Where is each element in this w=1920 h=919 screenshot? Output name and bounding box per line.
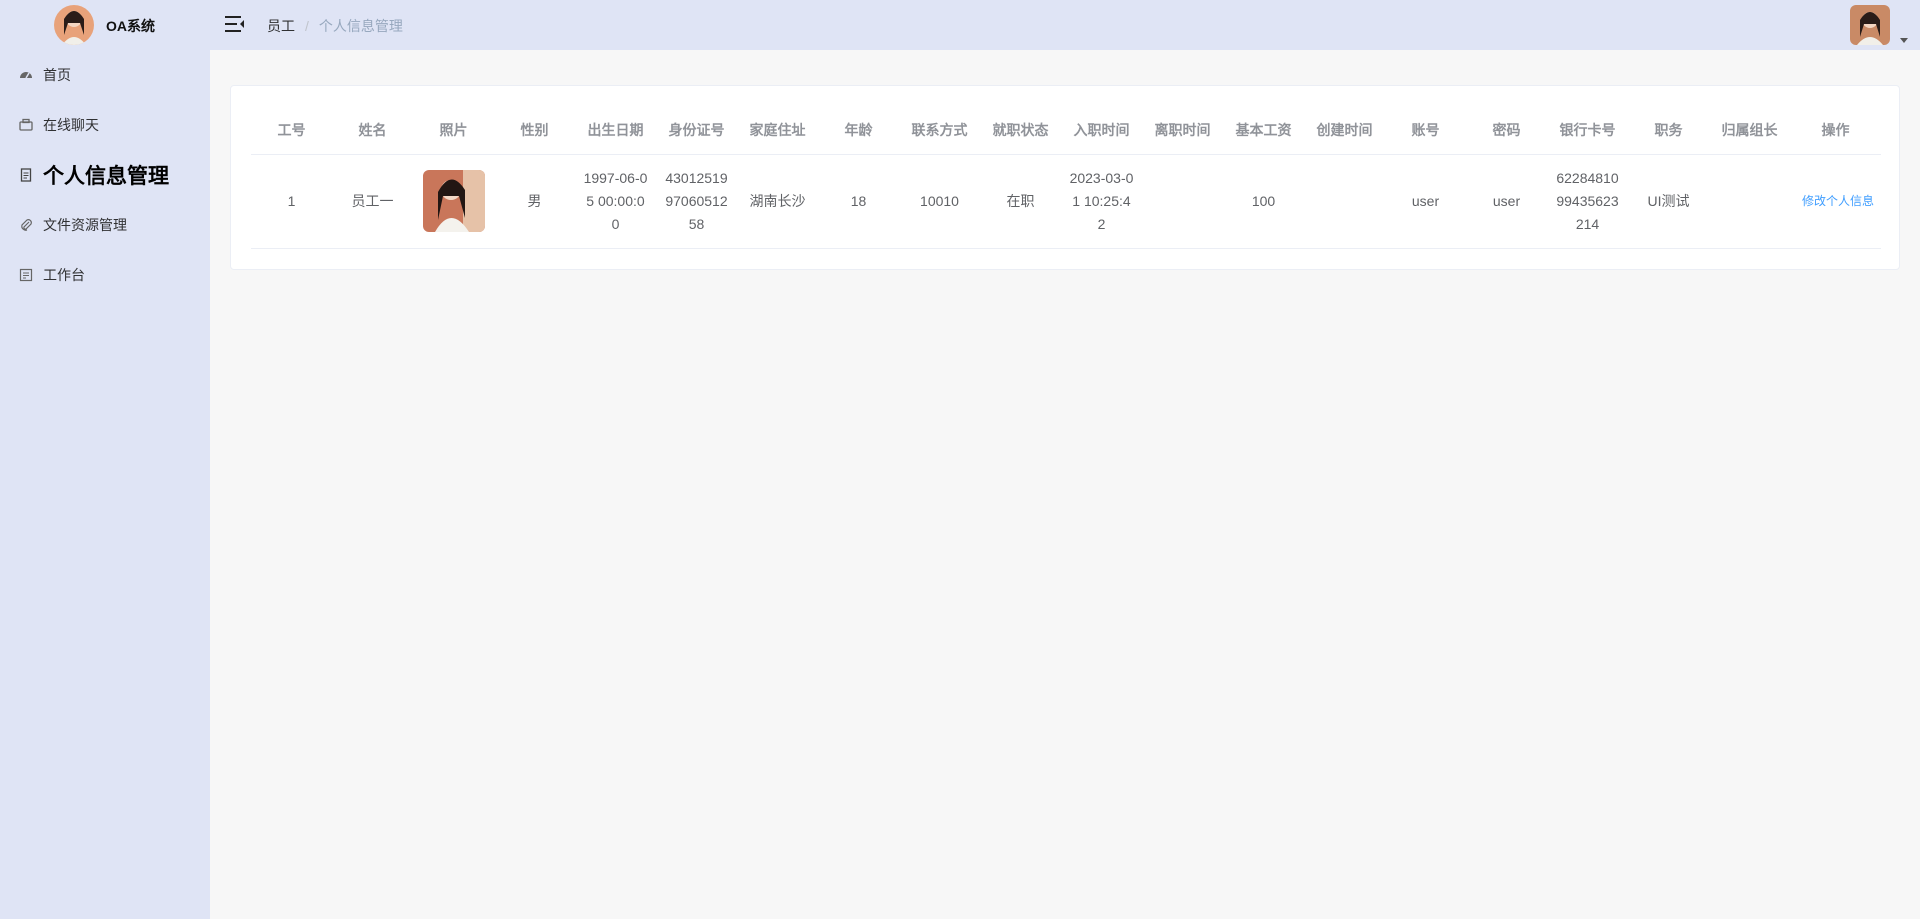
cell-actions: 修改个人信息 xyxy=(1790,154,1881,249)
chat-icon xyxy=(19,118,33,132)
menu-toggle-icon[interactable] xyxy=(225,15,245,33)
column-header: 性别 xyxy=(494,106,575,155)
dashboard-icon xyxy=(19,68,33,82)
column-header: 就职状态 xyxy=(980,106,1061,155)
sidebar-item-home[interactable]: 首页 xyxy=(0,50,210,100)
sidebar-item-label: 在线聊天 xyxy=(43,117,99,133)
app-title: OA系统 xyxy=(106,18,155,34)
workbench-icon xyxy=(19,268,33,282)
breadcrumb-separator: / xyxy=(305,18,309,34)
sidebar-item-label: 个人信息管理 xyxy=(43,165,169,188)
column-header: 出生日期 xyxy=(575,106,656,155)
table-row: 1 员工一 男 1997-06-05 00:00:00 430125199706… xyxy=(251,154,1881,249)
sidebar: 首页 在线聊天 个人信息管理 文件资源管理 工作台 xyxy=(0,50,210,919)
cell-id-card: 430125199706051258 xyxy=(656,154,737,249)
column-header: 年龄 xyxy=(818,106,899,155)
cell-id: 1 xyxy=(251,154,332,249)
cell-photo xyxy=(413,154,494,249)
table-header-row: 工号 姓名 照片 性别 出生日期 身份证号 家庭住址 年龄 联系方式 就职状态 … xyxy=(251,106,1881,155)
employee-table-card: 工号 姓名 照片 性别 出生日期 身份证号 家庭住址 年龄 联系方式 就职状态 … xyxy=(230,85,1900,270)
sidebar-item-files[interactable]: 文件资源管理 xyxy=(0,200,210,250)
breadcrumb: 员工 / 个人信息管理 xyxy=(267,16,403,36)
cell-address: 湖南长沙 xyxy=(737,154,818,249)
sidebar-item-workbench[interactable]: 工作台 xyxy=(0,250,210,300)
cell-birth-date: 1997-06-05 00:00:00 xyxy=(575,154,656,249)
top-header: OA系统 员工 / 个人信息管理 xyxy=(0,0,1920,50)
column-header: 银行卡号 xyxy=(1547,106,1628,155)
column-header: 姓名 xyxy=(332,106,413,155)
edit-personal-info-link[interactable]: 修改个人信息 xyxy=(1802,190,1874,213)
caret-down-icon[interactable] xyxy=(1899,31,1909,43)
cell-hire-time: 2023-03-01 10:25:42 xyxy=(1061,154,1142,249)
column-header: 归属组长 xyxy=(1709,106,1790,155)
column-header: 入职时间 xyxy=(1061,106,1142,155)
column-header: 工号 xyxy=(251,106,332,155)
column-header: 家庭住址 xyxy=(737,106,818,155)
column-header: 基本工资 xyxy=(1223,106,1304,155)
breadcrumb-current: 个人信息管理 xyxy=(318,18,403,34)
column-header: 操作 xyxy=(1790,106,1881,155)
cell-age: 18 xyxy=(818,154,899,249)
column-header: 创建时间 xyxy=(1304,106,1385,155)
cell-leave-time xyxy=(1142,154,1223,249)
sidebar-item-label: 文件资源管理 xyxy=(43,217,127,233)
employee-table: 工号 姓名 照片 性别 出生日期 身份证号 家庭住址 年龄 联系方式 就职状态 … xyxy=(251,106,1881,249)
breadcrumb-parent[interactable]: 员工 xyxy=(267,16,295,36)
column-header: 离职时间 xyxy=(1142,106,1223,155)
cell-position: UI测试 xyxy=(1628,154,1709,249)
paperclip-icon xyxy=(19,218,33,232)
column-header: 密码 xyxy=(1466,106,1547,155)
sidebar-item-personal-info[interactable]: 个人信息管理 xyxy=(0,150,210,200)
brand: OA系统 xyxy=(0,0,210,50)
column-header: 账号 xyxy=(1385,106,1466,155)
cell-bank-card: 6228481099435623214 xyxy=(1547,154,1628,249)
cell-name: 员工一 xyxy=(332,154,413,249)
cell-account: user xyxy=(1385,154,1466,249)
cell-created-time xyxy=(1304,154,1385,249)
cell-gender: 男 xyxy=(494,154,575,249)
column-header: 联系方式 xyxy=(899,106,980,155)
employee-photo[interactable] xyxy=(422,170,485,232)
user-avatar[interactable] xyxy=(1850,5,1890,45)
column-header: 身份证号 xyxy=(656,106,737,155)
cell-leader xyxy=(1709,154,1790,249)
cell-password: user xyxy=(1466,154,1547,249)
logo-avatar xyxy=(54,5,94,45)
document-icon xyxy=(19,168,33,182)
column-header: 照片 xyxy=(413,106,494,155)
cell-phone: 10010 xyxy=(899,154,980,249)
sidebar-item-label: 工作台 xyxy=(43,267,85,283)
column-header: 职务 xyxy=(1628,106,1709,155)
cell-salary: 100 xyxy=(1223,154,1304,249)
sidebar-item-label: 首页 xyxy=(43,67,71,83)
sidebar-item-chat[interactable]: 在线聊天 xyxy=(0,100,210,150)
cell-status: 在职 xyxy=(980,154,1061,249)
